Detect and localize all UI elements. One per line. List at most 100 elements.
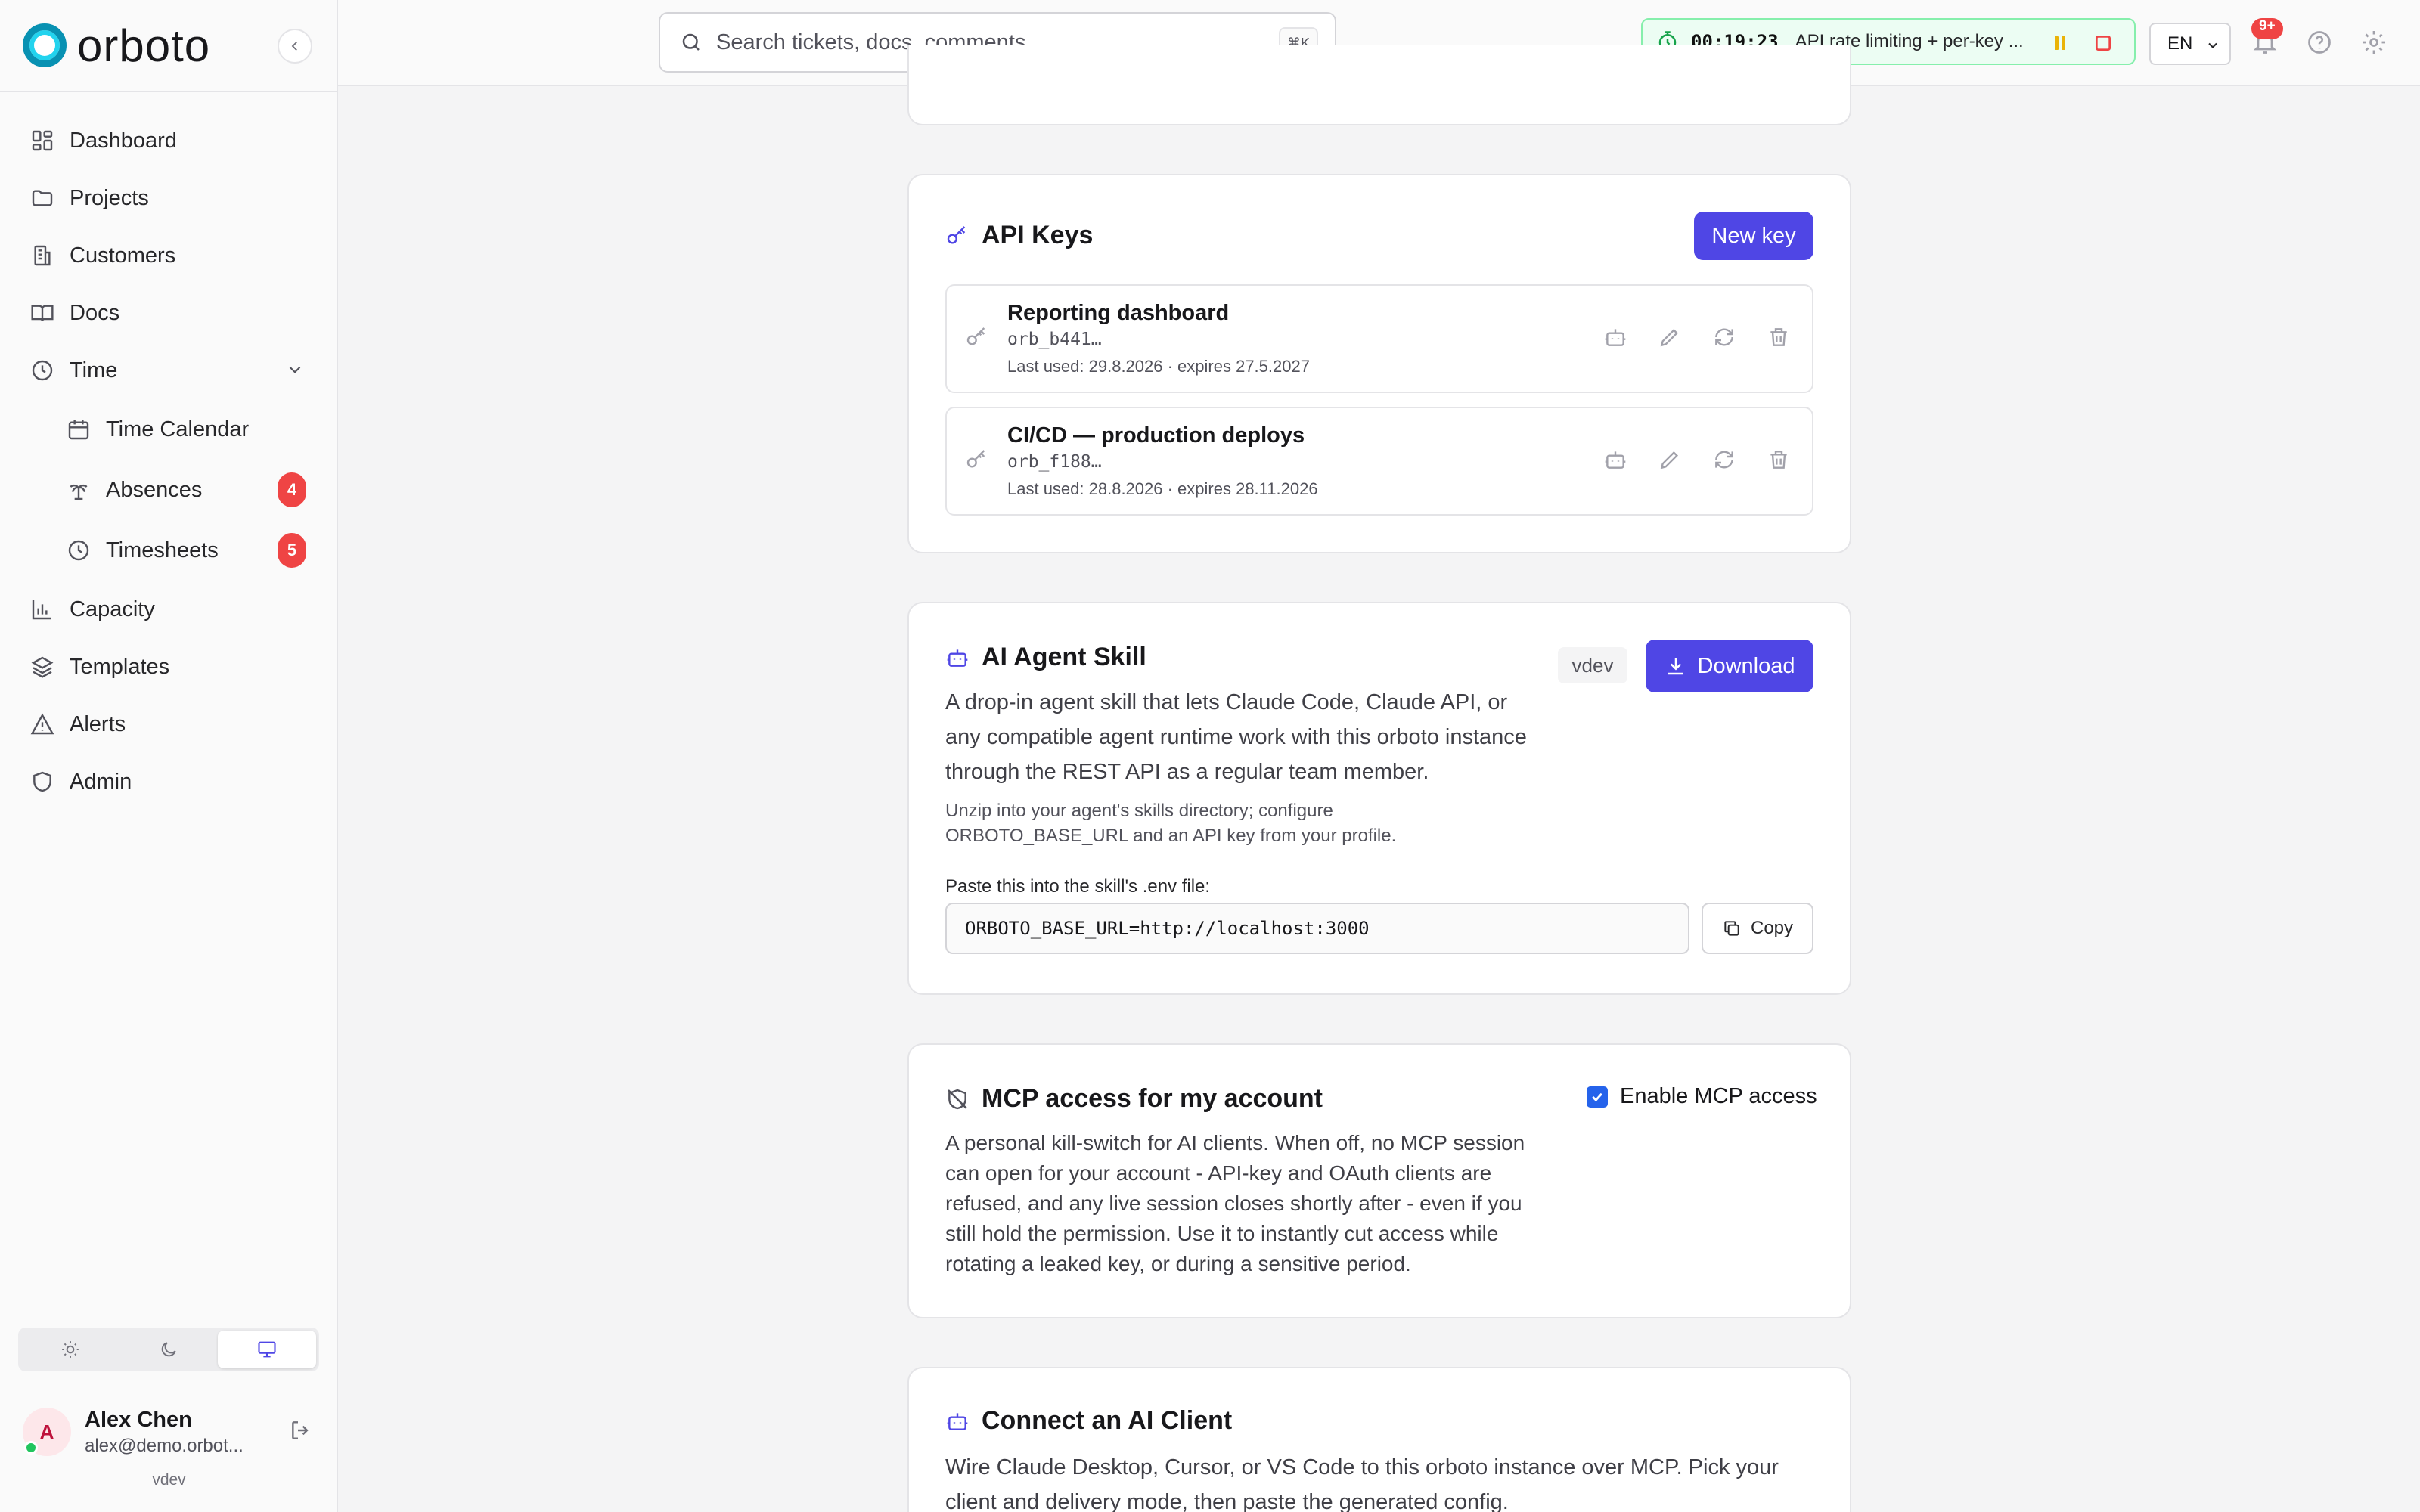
api-key-prefix: orb_f188…	[1007, 452, 1102, 472]
mcp-access-card: MCP access for my account Enable MCP acc…	[908, 1043, 1851, 1318]
mcp-access-description: A personal kill-switch for AI clients. W…	[945, 1131, 1525, 1275]
app-name: orboto	[77, 20, 211, 71]
edit-pencil-icon[interactable]	[1658, 325, 1682, 349]
chevron-down-icon	[2208, 42, 2217, 48]
theme-switcher	[18, 1328, 319, 1371]
calendar-icon	[68, 420, 89, 440]
api-key-name: CI/CD — production deploys	[1007, 423, 1305, 448]
enable-mcp-label: Enable MCP access	[1620, 1084, 1817, 1108]
notifications-badge: 9+	[2251, 18, 2283, 39]
sidebar-item-label: Customers	[70, 243, 176, 268]
connect-client-card: Connect an AI Client Wire Claude Desktop…	[908, 1367, 1851, 1512]
help-icon[interactable]	[2306, 29, 2333, 56]
sidebar-item-docs[interactable]: Docs	[0, 284, 337, 342]
copy-icon	[1724, 921, 1739, 936]
search-icon	[682, 33, 700, 51]
skill-description: A drop-in agent skill that lets Claude C…	[945, 690, 1527, 784]
api-key-prefix: orb_b441…	[1007, 330, 1102, 349]
key-icon	[947, 225, 966, 244]
key-icon	[966, 450, 985, 468]
bot-icon	[947, 649, 968, 667]
language-select[interactable]: EN	[2149, 23, 2231, 65]
user-email: alex@demo.orbot...	[85, 1435, 244, 1456]
theme-light-button[interactable]	[21, 1331, 119, 1368]
sidebar-item-templates[interactable]: Templates	[0, 638, 337, 696]
sidebar-item-alerts[interactable]: Alerts	[0, 696, 337, 753]
connect-client-title: Connect an AI Client	[982, 1406, 1233, 1435]
new-key-button[interactable]: New key	[1694, 212, 1813, 260]
sun-icon	[62, 1341, 79, 1358]
sidebar-item-customers[interactable]: Customers	[0, 227, 337, 284]
building-icon	[34, 245, 51, 266]
absences-count-badge: 4	[278, 472, 306, 507]
alert-triangle-icon	[30, 713, 54, 735]
gear-icon[interactable]	[2360, 29, 2387, 56]
language-value: EN	[2167, 33, 2193, 54]
sidebar-item-label: Projects	[70, 185, 149, 210]
sidebar-item-timesheets[interactable]: Timesheets 5	[0, 520, 337, 581]
sidebar-item-admin[interactable]: Admin	[0, 753, 337, 810]
logo[interactable]: orboto	[0, 0, 337, 92]
theme-dark-button[interactable]	[119, 1331, 218, 1368]
api-key-item: Reporting dashboard orb_b441… Last used:…	[945, 284, 1813, 393]
api-key-meta: Last used: 29.8.2026 · expires 27.5.2027	[1007, 357, 1310, 376]
bar-chart-icon	[32, 600, 51, 620]
sidebar-item-label: Dashboard	[70, 128, 177, 153]
sidebar-item-dashboard[interactable]: Dashboard	[0, 112, 337, 169]
sidebar-item-label: Capacity	[70, 596, 155, 621]
monitor-icon	[258, 1341, 276, 1358]
sidebar: orboto Dashboard Projects Customers Docs…	[0, 0, 338, 1512]
sidebar-item-capacity[interactable]: Capacity	[0, 581, 337, 638]
folder-icon	[32, 190, 53, 206]
copy-button[interactable]: Copy	[1702, 903, 1813, 954]
sidebar-item-projects[interactable]: Projects	[0, 169, 337, 227]
avatar-initial: A	[39, 1420, 54, 1443]
clock-icon	[68, 540, 89, 561]
api-keys-title: API Keys	[982, 221, 1094, 249]
sidebar-item-label: Time Calendar	[106, 417, 250, 442]
sidebar-item-time[interactable]: Time	[0, 342, 337, 399]
sidebar-item-label: Admin	[70, 769, 132, 794]
copy-label: Copy	[1750, 918, 1794, 938]
edit-pencil-icon[interactable]	[1658, 448, 1682, 472]
chevron-down-icon	[289, 366, 301, 373]
user-profile[interactable]: A Alex Chen alex@demo.orbot...	[23, 1405, 318, 1459]
sidebar-item-label: Absences	[106, 477, 203, 502]
env-label: Paste this into the skill's .env file:	[945, 876, 1211, 897]
sidebar-item-label: Templates	[70, 654, 170, 679]
api-keys-card: API Keys New key Reporting dashboard orb…	[908, 174, 1851, 553]
download-skill-button[interactable]: Download	[1646, 640, 1813, 692]
pause-icon[interactable]	[2051, 33, 2069, 53]
rotate-icon[interactable]	[1712, 325, 1736, 349]
sidebar-item-time-calendar[interactable]: Time Calendar	[0, 399, 337, 460]
sidebar-nav: Dashboard Projects Customers Docs Time T…	[0, 92, 337, 810]
collapse-sidebar-button[interactable]	[278, 29, 312, 64]
avatar: A	[23, 1408, 71, 1456]
api-key-meta: Last used: 28.8.2026 · expires 28.11.202…	[1007, 479, 1318, 498]
rotate-icon[interactable]	[1712, 448, 1736, 472]
download-label: Download	[1697, 653, 1795, 678]
mcp-access-title: MCP access for my account	[982, 1084, 1323, 1113]
palm-tree-icon	[70, 484, 88, 500]
enable-mcp-checkbox[interactable]: Enable MCP access	[1587, 1084, 1817, 1109]
env-config-field[interactable]: ORBOTO_BASE_URL=http://localhost:3000	[945, 903, 1689, 954]
sidebar-item-absences[interactable]: Absences 4	[0, 460, 337, 520]
theme-system-button[interactable]	[218, 1331, 316, 1368]
bot-icon[interactable]	[1603, 325, 1627, 349]
sidebar-item-label: Alerts	[70, 711, 126, 736]
logo-mark-icon	[23, 23, 67, 67]
agent-skill-title: AI Agent Skill	[982, 643, 1146, 671]
bot-icon[interactable]	[1603, 448, 1627, 472]
dashboard-icon	[32, 130, 53, 151]
stop-icon[interactable]	[2093, 33, 2113, 53]
trash-icon[interactable]	[1767, 325, 1791, 349]
layers-icon	[31, 656, 54, 678]
clock-icon	[32, 360, 53, 381]
key-icon	[966, 327, 985, 345]
logout-button[interactable]	[289, 1418, 313, 1442]
online-status-dot	[24, 1441, 38, 1455]
sidebar-item-label: Time	[70, 358, 118, 383]
user-name: Alex Chen	[85, 1407, 192, 1432]
book-icon	[31, 305, 54, 321]
trash-icon[interactable]	[1767, 448, 1791, 472]
